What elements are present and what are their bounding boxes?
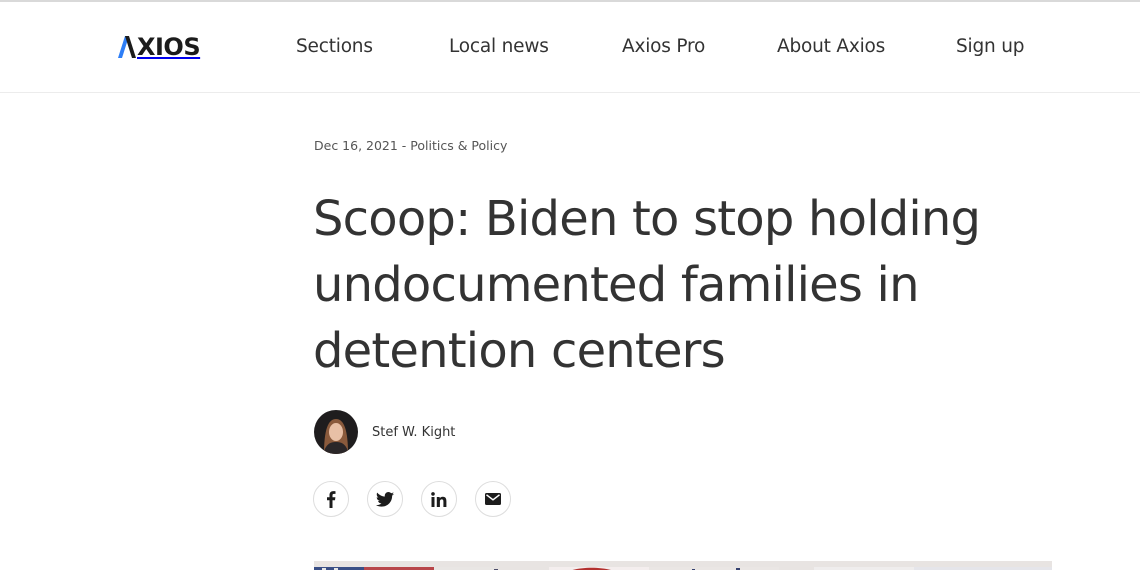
linkedin-icon [431,491,447,507]
meta-separator: - [397,138,411,153]
hero-image [314,561,1052,570]
author-avatar[interactable] [314,410,358,454]
share-twitter-button[interactable] [367,481,403,517]
author-byline: Stef W. Kight [314,410,455,454]
axios-logo[interactable]: XIOS [118,33,201,61]
share-bar [313,481,529,517]
article-date: Dec 16, 2021 [314,138,398,153]
article-category-link[interactable]: Politics & Policy [410,138,507,153]
email-icon [485,493,501,505]
share-facebook-button[interactable] [313,481,349,517]
share-email-button[interactable] [475,481,511,517]
author-name[interactable]: Stef W. Kight [372,425,455,440]
nav-local-news[interactable]: Local news [449,35,549,59]
article-meta: Dec 16, 2021 - Politics & Policy [314,138,507,154]
facebook-icon [327,490,336,508]
axios-logo-mark-icon [118,36,136,58]
share-linkedin-button[interactable] [421,481,457,517]
nav-sections[interactable]: Sections [296,35,373,59]
twitter-icon [376,491,394,507]
nav-axios-pro[interactable]: Axios Pro [622,35,705,59]
nav-about-axios[interactable]: About Axios [777,35,885,59]
nav-sign-up[interactable]: Sign up [956,35,1025,59]
article-headline: Scoop: Biden to stop holding undocumente… [313,191,981,379]
site-header: XIOS Sections Local news Axios Pro About… [0,2,1140,93]
logo-wordmark: XIOS [137,33,201,61]
